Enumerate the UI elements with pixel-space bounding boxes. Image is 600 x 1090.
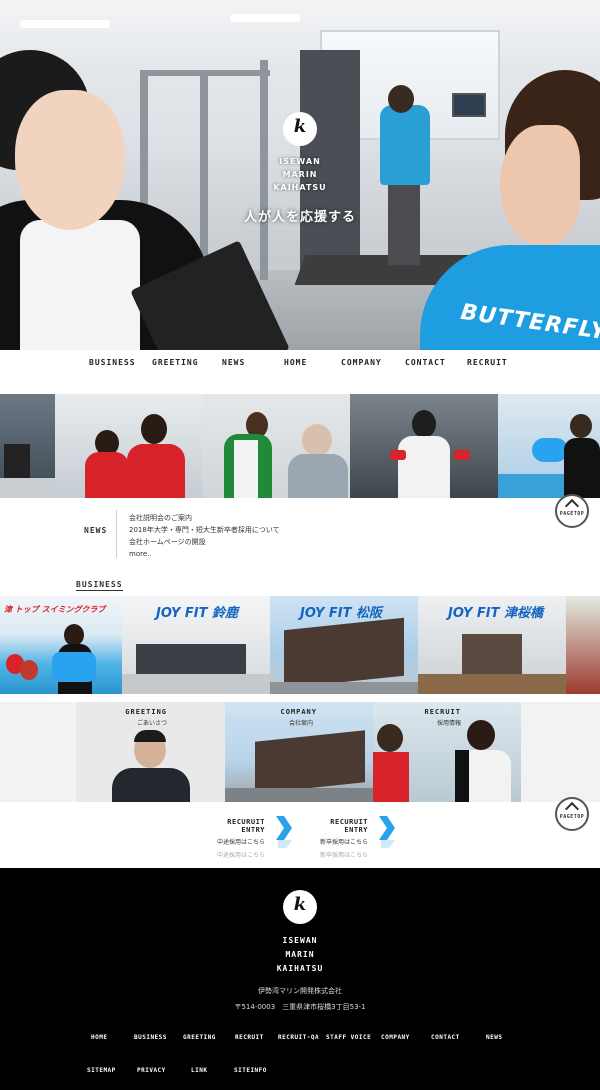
news-item[interactable]: 会社ホームページの開設	[129, 536, 280, 548]
news-list: 会社説明会のご案内 2018年大学・専門・短大生新卒者採用について 会社ホームペ…	[129, 512, 280, 560]
company-logo-icon: k	[283, 112, 317, 146]
news-more-link[interactable]: more..	[129, 548, 280, 560]
business-tile-swimming[interactable]: 津 トップ スイミングクラブ	[0, 596, 122, 694]
hero-tagline: 人が人を応援する	[243, 210, 356, 225]
pagetop-button[interactable]: PAGETOP	[555, 494, 589, 528]
pagetop-button[interactable]: PAGETOP	[555, 797, 589, 831]
footer-link-company[interactable]: COMPANY	[381, 1034, 410, 1041]
brand-line-2: MARIN	[282, 170, 318, 179]
news-item[interactable]: 2018年大学・専門・短大生新卒者採用について	[129, 524, 280, 536]
photo-staff-pair	[55, 394, 202, 498]
photo-trainer-dumbbells	[350, 394, 498, 498]
footer-link-business[interactable]: BUSINESS	[134, 1034, 167, 1041]
nav-recruit[interactable]: RECRUIT	[467, 358, 508, 367]
footer-link-link[interactable]: LINK	[191, 1067, 207, 1074]
recruit-entry-section: RECURUIT ENTRY 中途採用はこちら 中途採用はこちら RECURUI…	[0, 802, 600, 868]
news-section: NEWS 会社説明会のご案内 2018年大学・専門・短大生新卒者採用について 会…	[0, 498, 600, 578]
photo-strip	[0, 394, 600, 498]
arrow-shadow	[381, 840, 395, 848]
footer-link-siteinfo[interactable]: SITEINFO	[234, 1067, 267, 1074]
business-tile-joyfit-matsusaka[interactable]: JOY FIT 松阪	[270, 596, 418, 694]
photo-elderly-care	[202, 394, 350, 498]
chevron-right-icon[interactable]	[379, 816, 395, 840]
card-recruit[interactable]: RECRUIT 採用情報	[373, 702, 521, 802]
business-tiles: 津 トップ スイミングクラブ JOY FIT 鈴鹿 JOY FIT 松阪 JOY…	[0, 596, 600, 694]
news-label: NEWS	[84, 526, 108, 535]
recruit-entry-newgrad[interactable]: RECURUIT ENTRY 新卒採用はこちら 新卒採用はこちら	[306, 818, 368, 859]
footer-link-greeting[interactable]: GREETING	[183, 1034, 216, 1041]
photo-pool-coach	[498, 394, 600, 498]
business-tile-partial[interactable]	[566, 596, 600, 694]
nav-business[interactable]: BUSINESS	[89, 358, 136, 367]
nav-company[interactable]: COMPANY	[341, 358, 382, 367]
company-logo-icon: k	[283, 890, 317, 924]
footer-link-sitemap[interactable]: SITEMAP	[87, 1067, 116, 1074]
business-tile-joyfit-suzuka[interactable]: JOY FIT 鈴鹿	[122, 596, 270, 694]
nav-contact[interactable]: CONTACT	[405, 358, 446, 367]
brand-line-3: KAIHATSU	[273, 183, 327, 192]
nav-home[interactable]: HOME	[284, 358, 307, 367]
nav-greeting[interactable]: GREETING	[152, 358, 199, 367]
company-address: 〒514-0003 三重県津市桜橋3丁目53-1	[234, 1003, 366, 1011]
card-spacer	[0, 702, 76, 802]
ceiling-light	[20, 20, 110, 28]
photo-office	[0, 394, 55, 498]
footer-link-news[interactable]: NEWS	[486, 1034, 502, 1041]
ceiling-light	[230, 14, 300, 22]
business-heading: BUSINESS	[76, 580, 123, 591]
business-tile-joyfit-tsusakurabashi[interactable]: JOY FIT 津桜橋	[418, 596, 566, 694]
footer-link-privacy[interactable]: PRIVACY	[137, 1067, 166, 1074]
site-footer: k ISEWAN MARIN KAIHATSU 伊勢湾マリン開発株式会社 〒51…	[0, 868, 600, 1090]
news-divider	[116, 510, 117, 558]
footer-link-recruit[interactable]: RECRUIT	[235, 1034, 264, 1041]
hero-logo: k ISEWAN MARIN KAIHATSU 人が人を応援する	[0, 112, 600, 225]
footer-link-contact[interactable]: CONTACT	[431, 1034, 460, 1041]
footer-link-recruit-qa[interactable]: RECRUIT-QA	[278, 1034, 319, 1041]
footer-link-home[interactable]: HOME	[91, 1034, 107, 1041]
arrow-shadow	[278, 840, 292, 848]
brand-line-3: KAIHATSU	[276, 964, 324, 973]
chevron-right-icon[interactable]	[276, 816, 292, 840]
footer-link-staff-voice[interactable]: STAFF VOICE	[326, 1034, 371, 1041]
company-name: 伊勢湾マリン開発株式会社	[258, 987, 342, 995]
card-spacer	[521, 702, 600, 802]
card-company[interactable]: COMPANY 会社案内	[225, 702, 373, 802]
info-cards: GREETING ごあいさつ COMPANY 会社案内 RECRUIT 採用情報	[0, 702, 600, 802]
recruit-entry-midcareer[interactable]: RECURUIT ENTRY 中途採用はこちら 中途採用はこちら	[205, 818, 265, 859]
brand-line-2: MARIN	[285, 950, 315, 959]
hero-banner: BUTTERFLY k ISEWAN MARIN KAIHATSU 人が人を応援…	[0, 0, 600, 350]
card-greeting[interactable]: GREETING ごあいさつ	[76, 702, 225, 802]
news-item[interactable]: 会社説明会のご案内	[129, 512, 280, 524]
main-nav: BUSINESS GREETING NEWS HOME COMPANY CONT…	[0, 350, 600, 394]
footer-logo[interactable]: k ISEWAN MARIN KAIHATSU	[0, 890, 600, 976]
brand-line-1: ISEWAN	[282, 936, 318, 945]
nav-news[interactable]: NEWS	[222, 358, 245, 367]
brand-line-1: ISEWAN	[279, 157, 321, 166]
